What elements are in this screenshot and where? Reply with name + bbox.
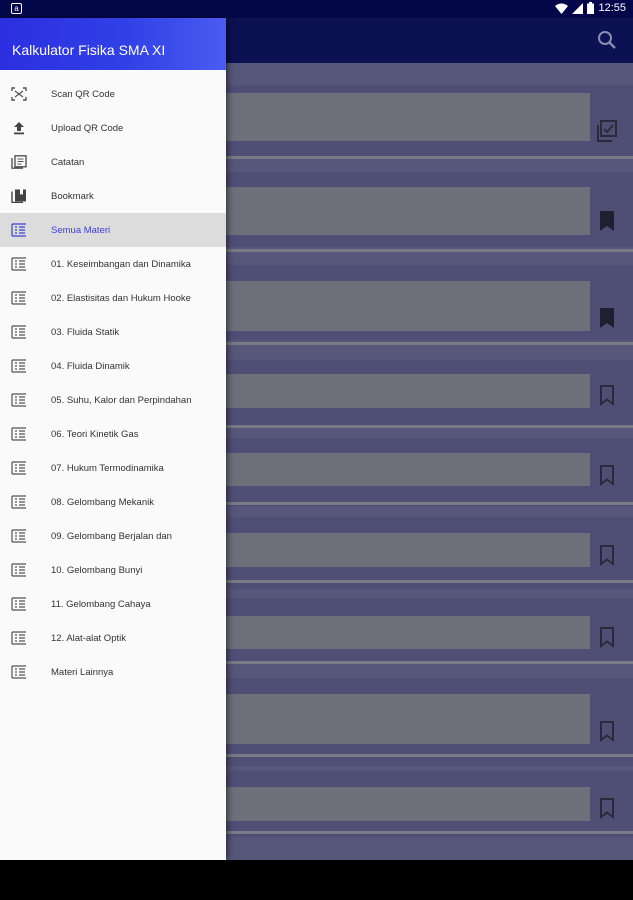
- system-navigation-bar: [0, 860, 633, 900]
- bookmark-outline-icon[interactable]: [597, 720, 617, 742]
- notes-icon: [11, 155, 27, 169]
- menu-item-chapter-03[interactable]: 03. Fluida Statik: [0, 315, 226, 349]
- upload-icon: [14, 122, 24, 135]
- menu-item-label: 04. Fluida Dinamik: [51, 360, 130, 372]
- list-icon: [11, 427, 26, 441]
- menu-item-label: 03. Fluida Statik: [51, 326, 120, 338]
- menu-item-chapter-08[interactable]: 08. Gelombang Mekanik: [0, 485, 226, 519]
- bookmark-outline-icon[interactable]: [597, 626, 617, 648]
- drawer-header: Kalkulator Fisika SMA XI: [0, 18, 226, 70]
- bookmark-book-icon: [11, 189, 26, 203]
- menu-item-chapter-10[interactable]: 10. Gelombang Bunyi: [0, 553, 226, 587]
- list-icon: [11, 325, 26, 339]
- qr-scan-icon: [11, 87, 27, 101]
- menu-item-chapter-07[interactable]: 07. Hukum Termodinamika: [0, 451, 226, 485]
- menu-item-label: 08. Gelombang Mekanik: [51, 496, 154, 508]
- menu-item-label: Bookmark: [51, 190, 94, 202]
- menu-item-chapter-02[interactable]: 02. Elastisitas dan Hukum Hooke: [0, 281, 226, 315]
- bookmark-filled-icon[interactable]: [597, 210, 617, 232]
- bookmark-filled-icon[interactable]: [597, 307, 617, 329]
- menu-item-label: Catatan: [51, 156, 85, 168]
- menu-item-semua-materi[interactable]: Semua Materi: [0, 213, 226, 247]
- menu-item-scan-qr[interactable]: Scan QR Code: [0, 77, 226, 111]
- bookmark-outline-icon[interactable]: [597, 384, 617, 406]
- menu-item-chapter-12[interactable]: 12. Alat-alat Optik: [0, 621, 226, 655]
- menu-item-label: Scan QR Code: [51, 88, 115, 100]
- bookmark-outline-icon[interactable]: [597, 464, 617, 486]
- menu-item-label: Semua Materi: [51, 224, 111, 236]
- navigation-drawer: Kalkulator Fisika SMA XI Scan QR Code Up…: [0, 18, 226, 860]
- menu-item-chapter-09[interactable]: 09. Gelombang Berjalan dan: [0, 519, 226, 553]
- menu-item-label: 07. Hukum Termodinamika: [51, 462, 164, 474]
- menu-item-label: 11. Gelombang Cahaya: [51, 598, 151, 610]
- menu-item-chapter-04[interactable]: 04. Fluida Dinamik: [0, 349, 226, 383]
- menu-item-label: 10. Gelombang Bunyi: [51, 564, 143, 576]
- menu-item-materi-lainnya[interactable]: Materi Lainnya: [0, 655, 226, 689]
- menu-item-label: Materi Lainnya: [51, 666, 114, 678]
- list-icon: [11, 359, 26, 373]
- list-icon: [11, 291, 26, 305]
- status-icons: 12:55: [555, 2, 626, 14]
- menu-item-chapter-11[interactable]: 11. Gelombang Cahaya: [0, 587, 226, 621]
- list-icon: [11, 597, 26, 611]
- wifi-icon: [555, 3, 569, 14]
- list-icon: [11, 495, 26, 509]
- drawer-title: Kalkulator Fisika SMA XI: [12, 42, 166, 58]
- menu-item-chapter-06[interactable]: 06. Teori Kinetik Gas: [0, 417, 226, 451]
- menu-item-label: 12. Alat-alat Optik: [51, 632, 126, 644]
- bookmark-outline-icon[interactable]: [597, 544, 617, 566]
- bookmark-outline-icon[interactable]: [597, 797, 617, 819]
- list-icon: [11, 393, 26, 407]
- menu-item-bookmark[interactable]: Bookmark: [0, 179, 226, 213]
- menu-item-chapter-05[interactable]: 05. Suhu, Kalor dan Perpindahan: [0, 383, 226, 417]
- list-icon: [11, 665, 26, 679]
- menu-item-label: 05. Suhu, Kalor dan Perpindahan: [51, 394, 192, 406]
- battery-icon: [587, 2, 595, 14]
- menu-item-label: Upload QR Code: [51, 122, 124, 134]
- menu-item-catatan[interactable]: Catatan: [0, 145, 226, 179]
- search-icon[interactable]: [597, 30, 617, 50]
- list-icon: [11, 631, 26, 645]
- list-icon: [11, 529, 26, 543]
- status-bar: a 12:55: [0, 0, 633, 18]
- menu-item-label: 01. Keseimbangan dan Dinamika: [51, 258, 191, 270]
- menu-item-label: 02. Elastisitas dan Hukum Hooke: [51, 292, 191, 304]
- list-icon: [11, 461, 26, 475]
- signal-icon: [572, 2, 584, 14]
- menu-item-label: 06. Teori Kinetik Gas: [51, 428, 139, 440]
- drawer-menu: Scan QR Code Upload QR Code Catatan Book…: [0, 70, 226, 689]
- list-icon: [11, 223, 26, 237]
- list-icon: [11, 257, 26, 271]
- menu-item-chapter-01[interactable]: 01. Keseimbangan dan Dinamika: [0, 247, 226, 281]
- menu-item-upload-qr[interactable]: Upload QR Code: [0, 111, 226, 145]
- menu-item-label: 09. Gelombang Berjalan dan: [51, 530, 172, 542]
- notification-icon: a: [11, 3, 22, 14]
- clock: 12:55: [598, 2, 626, 14]
- list-icon: [11, 563, 26, 577]
- bookmark-checked-icon[interactable]: [597, 120, 617, 142]
